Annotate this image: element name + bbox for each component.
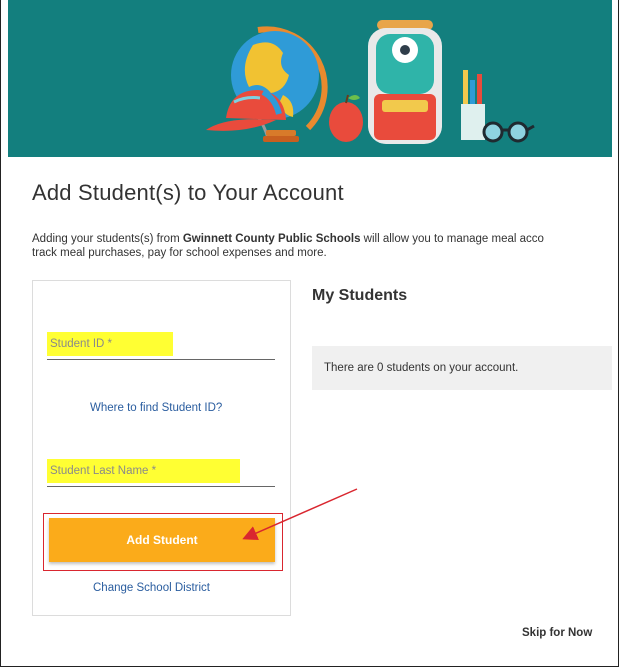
page-title: Add Student(s) to Your Account (32, 180, 344, 205)
pencil-cup-icon (461, 70, 485, 140)
school-supplies-illustration (206, 20, 535, 144)
add-student-highlight-box: Add Student (43, 513, 283, 571)
students-empty-message: There are 0 students on your account. (324, 362, 519, 374)
backpack-icon (368, 20, 442, 144)
intro-line2: track meal purchases, pay for school exp… (32, 247, 327, 259)
add-student-button[interactable]: Add Student (49, 518, 275, 562)
page-frame: Add Student(s) to Your Account Adding yo… (0, 0, 619, 667)
intro-prefix: Adding your students(s) from (32, 233, 183, 245)
cap-icon (206, 89, 286, 131)
change-school-district-link[interactable]: Change School District (93, 582, 210, 594)
add-student-form: Student ID * Where to find Student ID? S… (32, 280, 291, 616)
find-student-id-link[interactable]: Where to find Student ID? (90, 402, 222, 414)
glasses-icon (482, 121, 535, 143)
intro-line1-suffix: will allow you to manage meal acco (360, 233, 544, 245)
students-empty-state: There are 0 students on your account. (312, 346, 612, 390)
skip-for-now-link[interactable]: Skip for Now (522, 627, 592, 639)
student-last-name-placeholder[interactable]: Student Last Name * (47, 459, 240, 483)
apple-icon (329, 94, 363, 142)
student-id-field[interactable]: Student ID * (47, 332, 275, 360)
header-banner (8, 0, 612, 157)
intro-text: Adding your students(s) from Gwinnett Co… (32, 232, 610, 260)
district-name: Gwinnett County Public Schools (182, 233, 361, 245)
my-students-heading: My Students (312, 287, 408, 304)
student-last-name-field[interactable]: Student Last Name * (47, 459, 275, 487)
student-id-placeholder[interactable]: Student ID * (47, 332, 173, 356)
